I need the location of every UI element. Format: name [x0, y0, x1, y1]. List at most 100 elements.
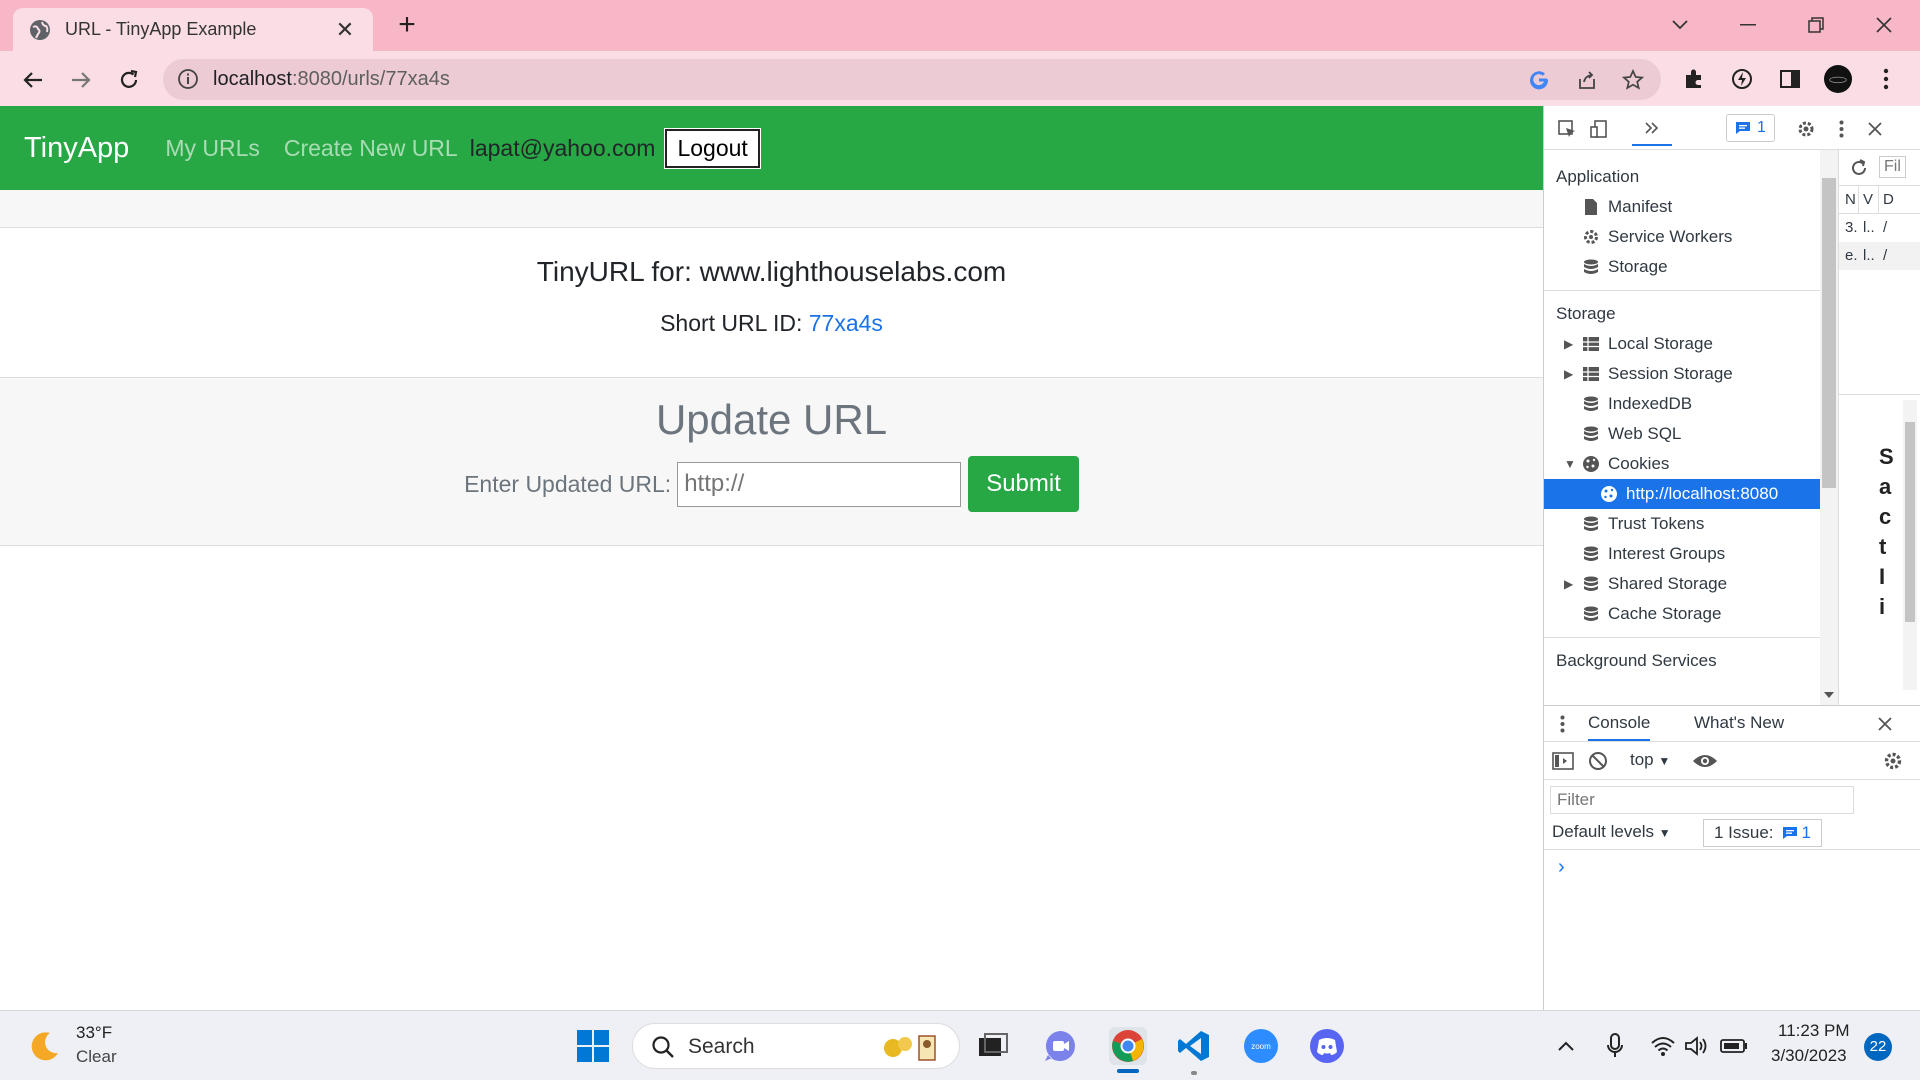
sidebar-item-cache-storage[interactable]: Cache Storage [1544, 599, 1820, 629]
sidebar-item-trust-tokens[interactable]: Trust Tokens [1544, 509, 1820, 539]
address-bar[interactable]: localhost:8080/urls/77xa4s [163, 59, 1661, 100]
sidebar-item-indexeddb[interactable]: IndexedDB [1544, 389, 1820, 419]
teams-chat-icon[interactable] [1041, 1027, 1079, 1065]
nav-link-my-urls[interactable]: My URLs [165, 135, 260, 162]
cookie-filter-input[interactable]: Fil [1879, 156, 1906, 178]
table-row[interactable]: 3. l.. / [1839, 214, 1920, 242]
device-toolbar-icon[interactable] [1586, 116, 1612, 142]
console-settings-gear-icon[interactable] [1882, 750, 1904, 772]
devtools-menu-icon[interactable] [1828, 116, 1854, 142]
table-row[interactable]: e. l.. / [1839, 242, 1920, 270]
taskbar-search[interactable]: Search [632, 1023, 960, 1069]
nav-link-create-new-url[interactable]: Create New URL [284, 135, 458, 162]
task-view-icon[interactable] [974, 1027, 1012, 1065]
collapse-triangle-icon[interactable]: ▼ [1564, 449, 1576, 479]
expand-triangle-icon[interactable]: ▶ [1564, 359, 1573, 389]
inspect-element-icon[interactable] [1554, 116, 1580, 142]
reload-icon[interactable] [112, 63, 146, 97]
profile-avatar[interactable] [1824, 65, 1852, 93]
short-url-link[interactable]: 77xa4s [809, 310, 883, 336]
context-selector[interactable]: top ▼ [1630, 750, 1670, 770]
sidebar-item-manifest[interactable]: Manifest [1544, 192, 1820, 222]
extensions-puzzle-icon[interactable] [1680, 65, 1708, 93]
wifi-icon[interactable] [1644, 1027, 1682, 1065]
refresh-icon[interactable] [1849, 158, 1869, 178]
console-prompt-icon[interactable]: › [1558, 856, 1565, 879]
scrollbar-thumb[interactable] [1822, 178, 1836, 488]
sidebar-item-local-storage[interactable]: ▶ Local Storage [1544, 329, 1820, 359]
close-window-icon[interactable] [1864, 8, 1904, 42]
devtools-settings-gear-icon[interactable] [1793, 116, 1819, 142]
sidebar-item-cookie-origin[interactable]: http://localhost:8080 [1544, 479, 1820, 509]
url-text[interactable]: localhost:8080/urls/77xa4s [213, 68, 450, 91]
show-hidden-icons-chevron-icon[interactable] [1547, 1027, 1585, 1065]
update-url-input[interactable] [677, 461, 962, 507]
site-info-icon[interactable] [177, 68, 199, 95]
chrome-taskbar-icon[interactable] [1109, 1027, 1147, 1065]
column-header[interactable]: N [1839, 186, 1859, 213]
notification-badge[interactable]: 22 [1864, 1033, 1892, 1061]
vscode-icon[interactable] [1175, 1027, 1213, 1065]
restore-icon[interactable] [1796, 8, 1836, 42]
live-expression-eye-icon[interactable] [1692, 752, 1718, 770]
issues-badge[interactable]: 1 [1726, 114, 1775, 142]
scroll-down-arrow-icon[interactable] [1823, 691, 1835, 699]
weather-temp[interactable]: 33°F [76, 1023, 112, 1043]
scrollbar-thumb[interactable] [1905, 422, 1915, 622]
zoom-icon[interactable]: zoom [1242, 1027, 1280, 1065]
table-cell: e. [1845, 247, 1858, 264]
default-levels-dropdown[interactable]: Default levels ▼ [1552, 822, 1671, 842]
forward-arrow-icon[interactable] [64, 63, 98, 97]
sidebar-item-cookies[interactable]: ▼ Cookies [1544, 449, 1820, 479]
devtools-close-icon[interactable] [1862, 116, 1888, 142]
sidebar-item-service-workers[interactable]: Service Workers [1544, 222, 1820, 252]
logout-button[interactable]: Logout [664, 127, 761, 169]
submit-button[interactable]: Submit [968, 456, 1079, 512]
column-header[interactable]: V [1859, 186, 1879, 213]
cookie-preview-text: S a c t I i [1879, 442, 1894, 622]
minimize-icon[interactable] [1728, 8, 1768, 42]
clock-time[interactable]: 11:23 PM [1778, 1021, 1850, 1041]
sidebar-item-session-storage[interactable]: ▶ Session Storage [1544, 359, 1820, 389]
tab-whats-new[interactable]: What's New [1694, 713, 1784, 733]
chrome-menu-icon[interactable] [1872, 65, 1900, 93]
bookmark-star-icon[interactable] [1621, 68, 1645, 92]
sidebar-item-web-sql[interactable]: Web SQL [1544, 419, 1820, 449]
microphone-icon[interactable] [1596, 1027, 1634, 1065]
drawer-menu-icon[interactable] [1560, 715, 1565, 733]
browser-tab[interactable]: URL - TinyApp Example ✕ [13, 8, 373, 51]
database-icon [1584, 516, 1598, 531]
battery-icon[interactable] [1715, 1027, 1753, 1065]
background-services-title: Background Services [1556, 651, 1717, 670]
drawer-close-icon[interactable] [1878, 717, 1892, 731]
console-filter-input[interactable]: Filter [1550, 786, 1854, 814]
tab-close-icon[interactable]: ✕ [333, 17, 357, 43]
weather-desc[interactable]: Clear [76, 1047, 117, 1067]
clock-date[interactable]: 3/30/2023 [1771, 1046, 1847, 1066]
tab-search-chevron-icon[interactable] [1660, 8, 1700, 42]
clear-console-icon[interactable] [1588, 751, 1608, 771]
column-header[interactable]: D [1879, 186, 1899, 213]
volume-icon[interactable] [1678, 1027, 1716, 1065]
preview-scrollbar[interactable] [1903, 400, 1917, 690]
tab-console[interactable]: Console [1588, 713, 1651, 741]
sidebar-item-shared-storage[interactable]: ▶ Shared Storage [1544, 569, 1820, 599]
windows-start-icon[interactable] [574, 1027, 612, 1065]
issues-button[interactable]: 1 Issue: 1 [1703, 819, 1823, 847]
sidebar-item-storage[interactable]: Storage [1544, 252, 1820, 282]
sidebar-item-interest-groups[interactable]: Interest Groups [1544, 539, 1820, 569]
sidebar-scrollbar[interactable] [1820, 150, 1838, 705]
new-tab-button[interactable]: + [390, 9, 424, 43]
performance-bolt-icon[interactable] [1728, 65, 1756, 93]
brand-logo[interactable]: TinyApp [24, 132, 129, 165]
weather-moon-icon[interactable] [26, 1027, 64, 1065]
side-panel-icon[interactable] [1776, 65, 1804, 93]
expand-triangle-icon[interactable]: ▶ [1564, 329, 1573, 359]
discord-icon[interactable] [1308, 1027, 1346, 1065]
more-tabs-icon[interactable] [1632, 112, 1672, 146]
share-icon[interactable] [1575, 68, 1599, 92]
expand-triangle-icon[interactable]: ▶ [1564, 569, 1573, 599]
sidebar-toggle-icon[interactable] [1552, 751, 1574, 771]
back-arrow-icon[interactable] [16, 63, 50, 97]
google-lens-icon[interactable] [1527, 68, 1551, 92]
